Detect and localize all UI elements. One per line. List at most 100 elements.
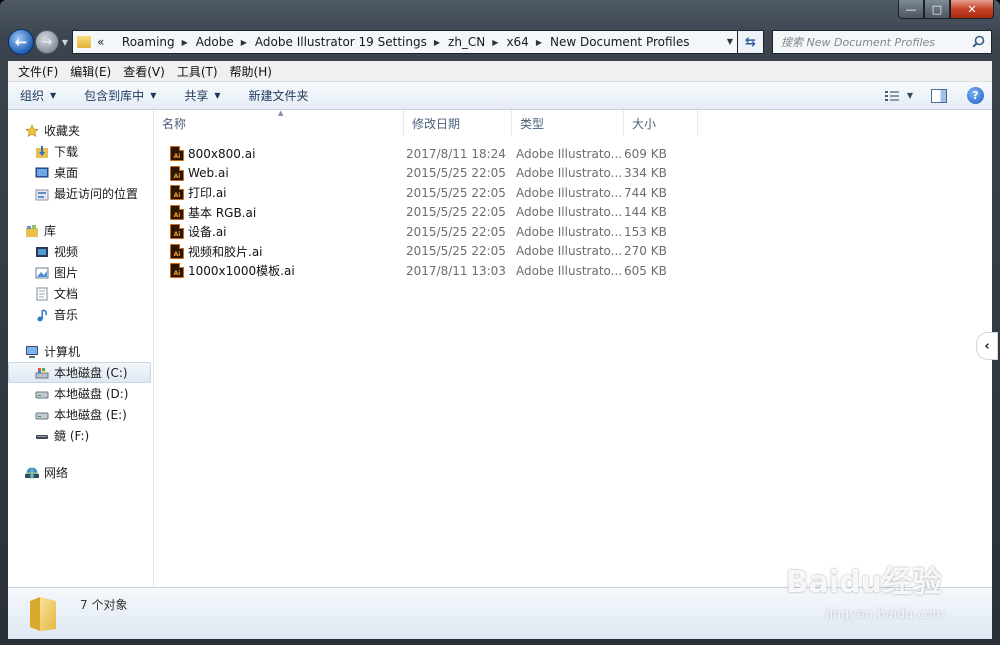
file-modified: 2015/5/25 22:05 <box>406 224 506 239</box>
desktop-icon <box>35 166 49 180</box>
chevron-right-icon[interactable]: ▶ <box>182 38 188 47</box>
file-size: 744 KB <box>624 185 667 200</box>
nav-pictures[interactable]: 图片 <box>8 262 153 283</box>
file-type: Adobe Illustrato... <box>516 146 623 161</box>
share-button[interactable]: 共享 ▼ <box>184 87 220 104</box>
chevron-right-icon[interactable]: ▶ <box>536 38 542 47</box>
breadcrumb-label: zh_CN <box>448 35 486 49</box>
share-label: 共享 <box>184 89 209 103</box>
nav-drive-f[interactable]: 鏡 (F:) <box>8 425 153 446</box>
collapse-pane-button[interactable]: ‹ <box>976 332 998 360</box>
file-size: 334 KB <box>624 166 667 181</box>
illustrator-file-icon: Ai <box>170 146 184 162</box>
recent-pages-dropdown[interactable]: ▼ <box>60 38 70 47</box>
breadcrumb-adobe[interactable]: Adobe ▶ <box>196 35 255 49</box>
nav-documents[interactable]: 文档 <box>8 283 153 304</box>
chevron-right-icon[interactable]: ▶ <box>241 38 247 47</box>
close-button[interactable]: ✕ <box>950 0 994 19</box>
file-type: Adobe Illustrato... <box>516 205 623 220</box>
chevron-right-icon[interactable]: ▶ <box>434 38 440 47</box>
column-type[interactable]: 类型 <box>512 110 624 136</box>
nav-libraries[interactable]: 库 <box>8 220 153 241</box>
new-folder-button[interactable]: 新建文件夹 <box>249 87 309 104</box>
breadcrumb-label: Adobe Illustrator 19 Settings <box>254 35 427 49</box>
maximize-button[interactable]: □ <box>924 0 950 19</box>
caption-buttons: — □ ✕ <box>898 0 994 20</box>
nav-videos[interactable]: 视频 <box>8 241 153 262</box>
back-button[interactable]: ← <box>8 29 34 55</box>
nav-computer[interactable]: 计算机 <box>8 341 153 362</box>
nav-desktop[interactable]: 桌面 <box>8 162 153 183</box>
ai-icon-label: Ai <box>173 231 181 239</box>
chevron-right-icon[interactable]: ▶ <box>492 38 498 47</box>
chevron-down-icon[interactable]: ▼ <box>907 91 913 100</box>
address-bar[interactable]: « Roaming ▶ Adobe ▶ Adobe Illustrator 19 S… <box>72 30 738 54</box>
file-row[interactable]: Ai 1000x1000模板.ai 2017/8/11 13:03 Adobe I… <box>154 261 992 281</box>
nav-label: 图片 <box>54 266 79 280</box>
chevron-down-icon: ▼ <box>150 91 157 100</box>
nav-network[interactable]: 网络 <box>8 462 153 483</box>
breadcrumb-zh-cn[interactable]: zh_CN ▶ <box>448 35 506 49</box>
menu-help[interactable]: 帮助(H) <box>224 63 278 80</box>
file-list: ▲ 名称 修改日期 类型 大小 Ai 800x800.ai 2017/8/11 1… <box>154 109 998 587</box>
menu-file[interactable]: 文件(F) <box>12 63 64 80</box>
include-in-library-button[interactable]: 包含到库中 ▼ <box>84 87 156 104</box>
file-rows: Ai 800x800.ai 2017/8/11 18:24 Adobe Illus… <box>154 136 992 281</box>
breadcrumb-roaming[interactable]: Roaming ▶ <box>122 35 196 49</box>
menu-tools[interactable]: 工具(T) <box>171 63 224 80</box>
file-row[interactable]: Ai 设备.ai 2015/5/25 22:05 Adobe Illustrato… <box>154 222 992 242</box>
nav-label: 桌面 <box>54 166 79 180</box>
change-view-button[interactable]: ▼ <box>884 90 913 102</box>
search-box[interactable] <box>772 30 992 54</box>
item-count: 7 个对象 <box>80 598 128 612</box>
file-type: Adobe Illustrato... <box>516 224 623 239</box>
search-icon[interactable] <box>972 35 985 51</box>
folder-icon <box>77 36 91 48</box>
minimize-button[interactable]: — <box>898 0 924 19</box>
nav-favorites[interactable]: 收藏夹 <box>8 120 153 141</box>
nav-drive-c[interactable]: 本地磁盘 (C:) <box>8 362 151 383</box>
file-row[interactable]: Ai 800x800.ai 2017/8/11 18:24 Adobe Illus… <box>154 144 992 164</box>
menu-edit[interactable]: 编辑(E) <box>64 63 117 80</box>
hard-drive-icon <box>35 408 49 422</box>
breadcrumb-x64[interactable]: x64 ▶ <box>506 35 550 49</box>
search-input[interactable] <box>781 35 961 49</box>
column-modified[interactable]: 修改日期 <box>404 110 512 136</box>
libraries-group: 库 视频 图片 文档 音乐 <box>8 220 153 325</box>
menu-bar: 文件(F) 编辑(E) 查看(V) 工具(T) 帮助(H) <box>8 61 992 82</box>
nav-music[interactable]: 音乐 <box>8 304 153 325</box>
nav-downloads[interactable]: 下载 <box>8 141 153 162</box>
nav-drive-e[interactable]: 本地磁盘 (E:) <box>8 404 153 425</box>
illustrator-file-icon: Ai <box>170 243 184 259</box>
file-row[interactable]: Ai 基本 RGB.ai 2015/5/25 22:05 Adobe Illust… <box>154 203 992 223</box>
arrow-right-icon: → <box>41 34 53 50</box>
breadcrumb-overflow[interactable]: « <box>97 35 122 49</box>
hard-drive-icon <box>35 387 49 401</box>
preview-pane-icon[interactable] <box>931 88 947 103</box>
recent-places-icon <box>35 187 49 201</box>
help-icon[interactable]: ? <box>967 87 984 104</box>
nav-recent-places[interactable]: 最近访问的位置 <box>8 183 153 204</box>
computer-group: 计算机 本地磁盘 (C:) 本地磁盘 (D:) 本地磁盘 (E:) 鏡 (F:) <box>8 341 153 446</box>
nav-label: 下载 <box>54 145 79 159</box>
breadcrumb-illustrator-settings[interactable]: Adobe Illustrator 19 Settings ▶ <box>255 35 448 49</box>
organize-button[interactable]: 组织 ▼ <box>20 87 56 104</box>
breadcrumb-current[interactable]: New Document Profiles <box>550 35 690 49</box>
address-dropdown-icon[interactable]: ▼ <box>727 37 733 46</box>
file-row[interactable]: Ai 视频和胶片.ai 2015/5/25 22:05 Adobe Illustr… <box>154 242 992 262</box>
column-name[interactable]: 名称 <box>154 110 404 136</box>
illustrator-file-icon: Ai <box>170 204 184 220</box>
column-size[interactable]: 大小 <box>624 110 698 136</box>
file-modified: 2017/8/11 18:24 <box>406 146 506 161</box>
file-size: 144 KB <box>624 205 667 220</box>
star-icon <box>25 123 39 138</box>
menu-view[interactable]: 查看(V) <box>117 63 171 80</box>
forward-button[interactable]: → <box>35 30 59 54</box>
nav-label: 最近访问的位置 <box>54 187 139 201</box>
chevron-down-icon: ▼ <box>214 91 221 100</box>
nav-drive-d[interactable]: 本地磁盘 (D:) <box>8 383 153 404</box>
file-row[interactable]: Ai 打印.ai 2015/5/25 22:05 Adobe Illustrato… <box>154 183 992 203</box>
file-row[interactable]: Ai Web.ai 2015/5/25 22:05 Adobe Illustrat… <box>154 164 992 184</box>
refresh-button[interactable]: ⇆ <box>738 30 764 54</box>
nav-label: 视频 <box>54 245 79 259</box>
